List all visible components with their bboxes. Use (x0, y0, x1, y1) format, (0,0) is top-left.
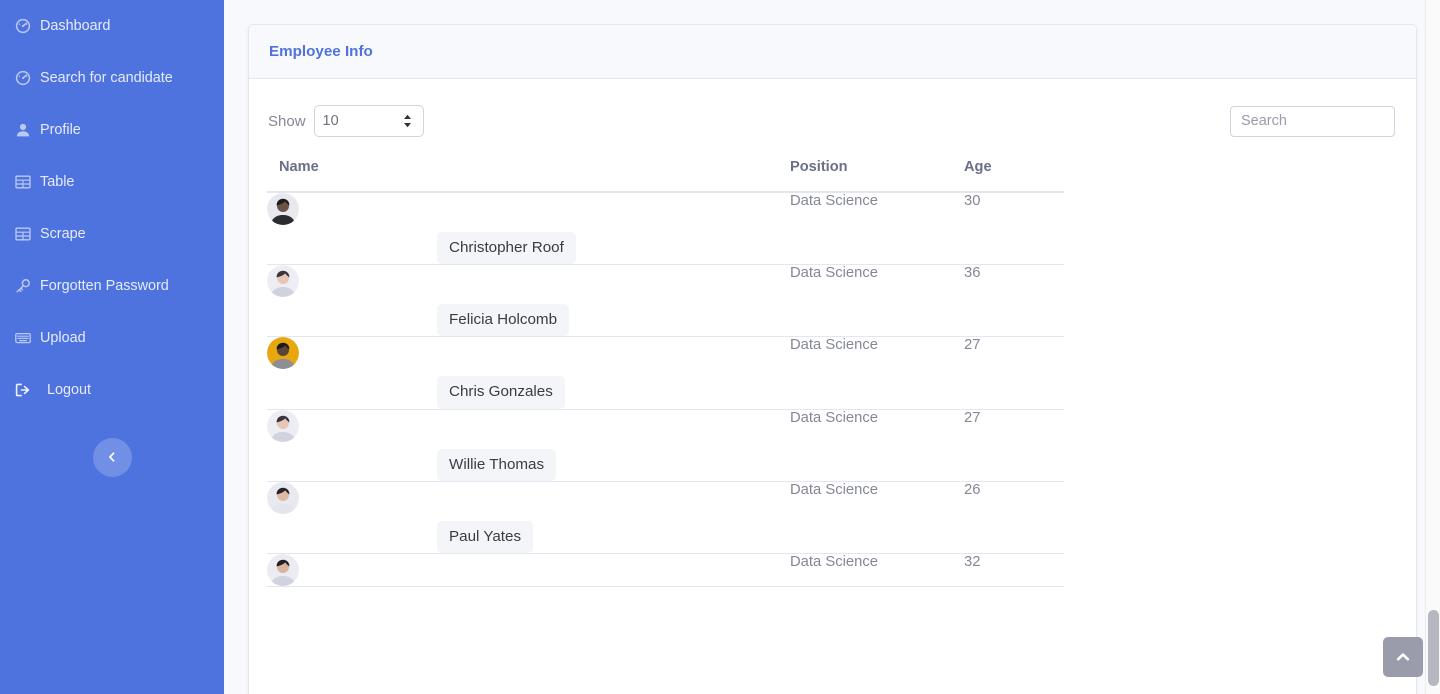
table-row[interactable]: Felicia Holcomb Data Science 36 (267, 264, 1064, 338)
employee-table: Name Position Age Christopher Roof Data S… (267, 159, 1064, 588)
cell-name: Paul Yates (267, 481, 790, 555)
search-input[interactable] (1230, 105, 1395, 137)
tachometer-icon (15, 18, 31, 34)
employee-name-pill: Chris Gonzales (437, 376, 565, 409)
cell-position: Data Science (790, 409, 964, 482)
key-icon (15, 278, 31, 294)
sidebar-item-label: Scrape (40, 225, 86, 242)
sidebar-item-label: Forgotten Password (40, 277, 169, 294)
sidebar-item-table[interactable]: Table (0, 156, 224, 208)
cell-position: Data Science (790, 264, 964, 338)
sidebar-item-label: Logout (47, 381, 92, 398)
sidebar-item-label: Search for candidate (40, 69, 173, 86)
cell-position: Data Science (790, 481, 964, 555)
page-scrollbar-thumb[interactable] (1428, 610, 1439, 686)
table-row[interactable]: Chris Gonzales Data Science 27 (267, 336, 1064, 410)
sidebar-item-dashboard[interactable]: Dashboard (0, 0, 224, 52)
sidebar-item-scrape[interactable]: Scrape (0, 208, 224, 260)
column-header-age[interactable]: Age (964, 159, 1064, 193)
app-root: Dashboard Search for candidate Profile T… (0, 0, 1440, 694)
card-body: Show 10 25 50 100 (249, 79, 1416, 588)
column-header-name[interactable]: Name (267, 159, 790, 193)
cell-age: 32 (964, 553, 1064, 588)
tachometer-icon (15, 70, 31, 86)
cell-position: Data Science (790, 336, 964, 410)
page-length-select[interactable]: 10 25 50 100 (313, 105, 424, 137)
keyboard-icon (15, 330, 31, 346)
employee-name-pill: Paul Yates (437, 520, 534, 554)
avatar (267, 409, 299, 442)
sidebar-item-label: Dashboard (40, 17, 111, 34)
sidebar-collapse-button[interactable] (92, 437, 132, 477)
page-length-wrapper: 10 25 50 100 (313, 105, 424, 137)
employee-name-pill: Felicia Holcomb (437, 304, 570, 337)
table-toolbar: Show 10 25 50 100 (267, 97, 1398, 145)
table-head: Name Position Age (267, 159, 1064, 193)
user-icon (15, 122, 31, 138)
avatar (267, 554, 299, 587)
sidebar-item-label: Table (40, 173, 75, 190)
card-header: Employee Info (249, 25, 1416, 79)
table-row[interactable]: Data Science 32 (267, 553, 1064, 588)
sidebar: Dashboard Search for candidate Profile T… (0, 0, 224, 694)
cell-age: 27 (964, 409, 1064, 482)
employee-name-pill: Willie Thomas (437, 448, 557, 481)
avatar (267, 193, 299, 225)
cell-age: 26 (964, 481, 1064, 555)
cell-age: 30 (964, 192, 1064, 266)
avatar (267, 481, 299, 514)
page-title: Employee Info (269, 43, 373, 60)
cell-name: Willie Thomas (267, 409, 790, 482)
cell-name (267, 553, 790, 588)
show-label: Show (268, 112, 306, 130)
table-row[interactable]: Christopher Roof Data Science 30 (267, 192, 1064, 266)
sidebar-item-search-for-candidate[interactable]: Search for candidate (0, 52, 224, 104)
page-length-group: Show 10 25 50 100 (267, 105, 424, 137)
table-body: Christopher Roof Data Science 30 Felicia Ho… (267, 192, 1064, 588)
sidebar-item-logout[interactable]: Logout (0, 364, 224, 416)
cell-name: Christopher Roof (267, 192, 790, 266)
table-row[interactable]: Willie Thomas Data Science 27 (267, 409, 1064, 482)
cell-position: Data Science (790, 192, 964, 266)
sidebar-item-upload[interactable]: Upload (0, 312, 224, 364)
cell-name: Felicia Holcomb (267, 264, 790, 338)
sidebar-item-profile[interactable]: Profile (0, 104, 224, 156)
avatar (267, 337, 299, 370)
sidebar-item-forgotten-password[interactable]: Forgotten Password (0, 260, 224, 312)
chevron-left-icon (106, 451, 118, 463)
cell-position: Data Science (790, 553, 964, 588)
cell-name: Chris Gonzales (267, 336, 790, 410)
employee-info-card: Employee Info Show 10 25 50 100 (248, 24, 1417, 694)
sign-out-icon (15, 382, 31, 398)
table-row[interactable]: Paul Yates Data Science 26 (267, 481, 1064, 555)
sidebar-item-label: Profile (40, 121, 81, 138)
cell-age: 27 (964, 336, 1064, 410)
sidebar-collapse-wrapper (0, 426, 224, 488)
sidebar-item-label: Upload (40, 329, 86, 346)
table-icon (15, 174, 31, 190)
page-scrollbar[interactable] (1425, 0, 1440, 694)
scroll-to-top-button[interactable] (1383, 637, 1423, 677)
table-search-wrapper (1230, 105, 1398, 137)
employee-name-pill: Christopher Roof (437, 232, 576, 265)
table-icon (15, 226, 31, 242)
table-header-row: Name Position Age (267, 159, 1064, 193)
main-content: Employee Info Show 10 25 50 100 (224, 0, 1440, 694)
avatar (267, 265, 299, 298)
cell-age: 36 (964, 264, 1064, 338)
column-header-position[interactable]: Position (790, 159, 964, 193)
chevron-up-icon (1396, 651, 1410, 663)
